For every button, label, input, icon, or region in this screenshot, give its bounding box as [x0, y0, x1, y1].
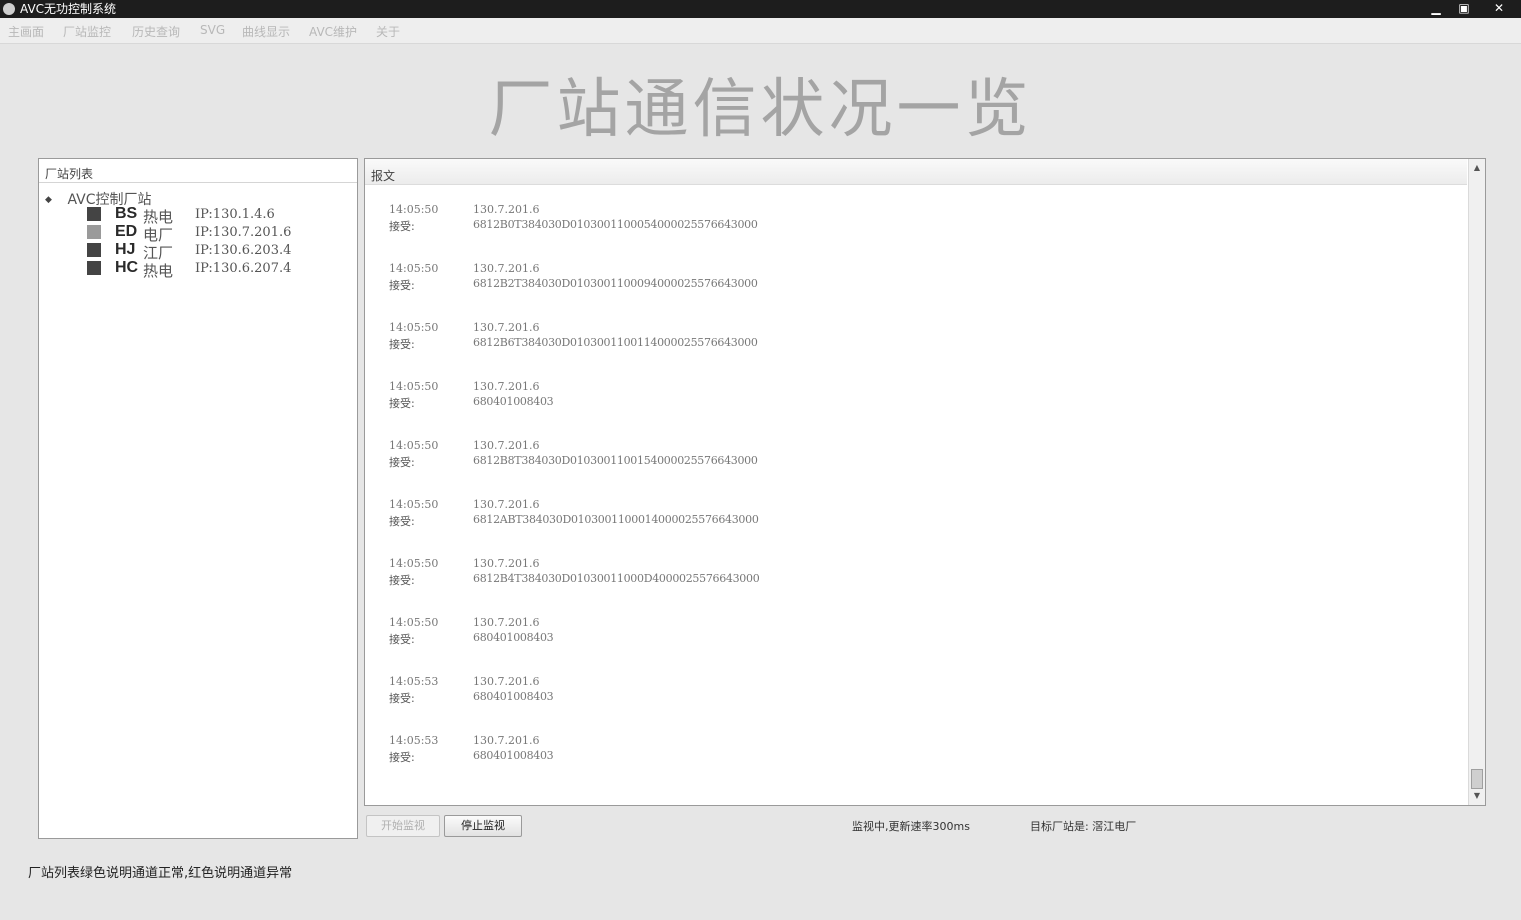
log-direction: 接受:	[389, 692, 415, 705]
log-message: 680401008403	[473, 690, 554, 703]
log-ip: 130.7.201.6	[473, 439, 540, 452]
log-direction: 接受:	[389, 279, 415, 292]
log-ip: 130.7.201.6	[473, 321, 540, 334]
log-scrollbar[interactable]: ▲ ▼	[1468, 159, 1485, 805]
menu-item-station-monitor[interactable]: 厂站监控	[63, 23, 111, 40]
log-entry: 14:05:50 130.7.201.6 接受: 6812B4T384030D0…	[389, 557, 1469, 591]
scroll-down-icon[interactable]: ▼	[1469, 789, 1485, 803]
log-ip: 130.7.201.6	[473, 203, 540, 216]
log-direction: 接受:	[389, 574, 415, 587]
tree-expand-icon[interactable]: ◆	[45, 195, 63, 205]
menu-item-about[interactable]: 关于	[376, 23, 400, 40]
log-entry: 14:05:53 130.7.201.6 接受: 680401008403	[389, 675, 1469, 709]
log-message: 680401008403	[473, 631, 554, 644]
log-time: 14:05:50	[389, 321, 439, 334]
log-ip: 130.7.201.6	[473, 380, 540, 393]
menu-item-avc-maintenance[interactable]: AVC维护	[309, 23, 357, 40]
log-time: 14:05:50	[389, 557, 439, 570]
log-direction: 接受:	[389, 633, 415, 646]
legend-note: 厂站列表绿色说明通道正常,红色说明通道异常	[28, 866, 293, 881]
log-time: 14:05:50	[389, 439, 439, 452]
log-message: 6812B4T384030D01030011000D40000255766430…	[473, 572, 760, 585]
window-title: AVC无功控制系统	[20, 2, 117, 16]
log-direction: 接受:	[389, 751, 415, 764]
log-direction: 接受:	[389, 338, 415, 351]
station-code: HJ	[115, 241, 136, 258]
log-message: 6812B2T384030D01030011000940000255766430…	[473, 277, 758, 290]
station-ip: IP:130.1.4.6	[195, 207, 275, 222]
log-message: 6812B8T384030D01030011001540000255766430…	[473, 454, 758, 467]
log-ip: 130.7.201.6	[473, 675, 540, 688]
menu-item-history[interactable]: 历史查询	[132, 23, 180, 40]
log-message: 6812ABT384030D01030011000140000255766430…	[473, 513, 759, 526]
window-titlebar: AVC无功控制系统 ▁ ▣ ✕	[0, 0, 1521, 18]
page-title: 厂站通信状况一览	[488, 73, 1033, 147]
log-direction: 接受:	[389, 397, 415, 410]
log-direction: 接受:	[389, 456, 415, 469]
monitor-status-text: 监视中,更新速率300ms	[852, 820, 970, 833]
station-ip: IP:130.6.207.4	[195, 261, 292, 276]
log-ip: 130.7.201.6	[473, 616, 540, 629]
menu-item-svg[interactable]: SVG	[200, 23, 225, 37]
log-time: 14:05:53	[389, 675, 439, 688]
message-log-panel: 报文 ▲ ▼ 14:05:50 130.7.201.6 接受: 6812B0T3…	[364, 158, 1486, 806]
log-entry: 14:05:53 130.7.201.6 接受: 680401008403	[389, 734, 1469, 768]
log-time: 14:05:50	[389, 616, 439, 629]
log-ip: 130.7.201.6	[473, 498, 540, 511]
scroll-up-icon[interactable]: ▲	[1469, 161, 1485, 175]
log-message: 6812B6T384030D01030011001140000255766430…	[473, 336, 758, 349]
log-direction: 接受:	[389, 515, 415, 528]
maximize-button[interactable]: ▣	[1450, 1, 1478, 16]
message-log-header: 报文	[365, 159, 1467, 185]
station-code: HC	[115, 259, 139, 276]
scroll-thumb[interactable]	[1471, 769, 1483, 789]
status-indicator	[87, 207, 101, 221]
log-entry: 14:05:50 130.7.201.6 接受: 680401008403	[389, 616, 1469, 650]
station-name: 热电	[143, 262, 174, 280]
station-ip: IP:130.6.203.4	[195, 243, 292, 258]
log-message: 6812B0T384030D01030011000540000255766430…	[473, 218, 758, 231]
log-message: 680401008403	[473, 395, 554, 408]
log-ip: 130.7.201.6	[473, 262, 540, 275]
log-entry: 14:05:50 130.7.201.6 接受: 6812ABT384030D0…	[389, 498, 1469, 532]
station-list-panel: 厂站列表 ◆ AVC控制厂站 BS 热电 IP:130.1.4.6 ED 电厂 …	[38, 158, 358, 839]
log-direction: 接受:	[389, 220, 415, 233]
menu-bar: 主画面 厂站监控 历史查询 SVG 曲线显示 AVC维护 关于	[0, 18, 1521, 44]
log-entry: 14:05:50 130.7.201.6 接受: 6812B2T384030D0…	[389, 262, 1469, 296]
log-time: 14:05:50	[389, 380, 439, 393]
log-entry: 14:05:50 130.7.201.6 接受: 6812B8T384030D0…	[389, 439, 1469, 473]
status-indicator	[87, 225, 101, 239]
station-list-header: 厂站列表	[39, 159, 357, 183]
station-ip: IP:130.7.201.6	[195, 225, 292, 240]
log-time: 14:05:53	[389, 734, 439, 747]
log-entry: 14:05:50 130.7.201.6 接受: 6812B0T384030D0…	[389, 203, 1469, 237]
close-button[interactable]: ✕	[1484, 1, 1514, 16]
target-station-text: 目标厂站是: 滘江电厂	[1030, 820, 1137, 833]
menu-item-main[interactable]: 主画面	[8, 23, 44, 40]
station-code: ED	[115, 223, 138, 240]
log-ip: 130.7.201.6	[473, 734, 540, 747]
log-ip: 130.7.201.6	[473, 557, 540, 570]
log-time: 14:05:50	[389, 498, 439, 511]
menu-item-curves[interactable]: 曲线显示	[242, 23, 290, 40]
stop-monitor-button[interactable]: 停止监视	[444, 815, 522, 837]
log-entry: 14:05:50 130.7.201.6 接受: 6812B6T384030D0…	[389, 321, 1469, 355]
status-indicator	[87, 243, 101, 257]
minimize-button[interactable]: ▁	[1422, 1, 1450, 16]
log-entry: 14:05:50 130.7.201.6 接受: 680401008403	[389, 380, 1469, 414]
log-message: 680401008403	[473, 749, 554, 762]
station-code: BS	[115, 205, 138, 222]
log-time: 14:05:50	[389, 262, 439, 275]
start-monitor-button[interactable]: 开始监视	[366, 815, 440, 837]
tree-root-label: AVC控制厂站	[67, 192, 152, 208]
log-time: 14:05:50	[389, 203, 439, 216]
station-tree-root[interactable]: ◆ AVC控制厂站	[45, 189, 152, 208]
app-icon	[3, 3, 15, 15]
status-indicator	[87, 261, 101, 275]
